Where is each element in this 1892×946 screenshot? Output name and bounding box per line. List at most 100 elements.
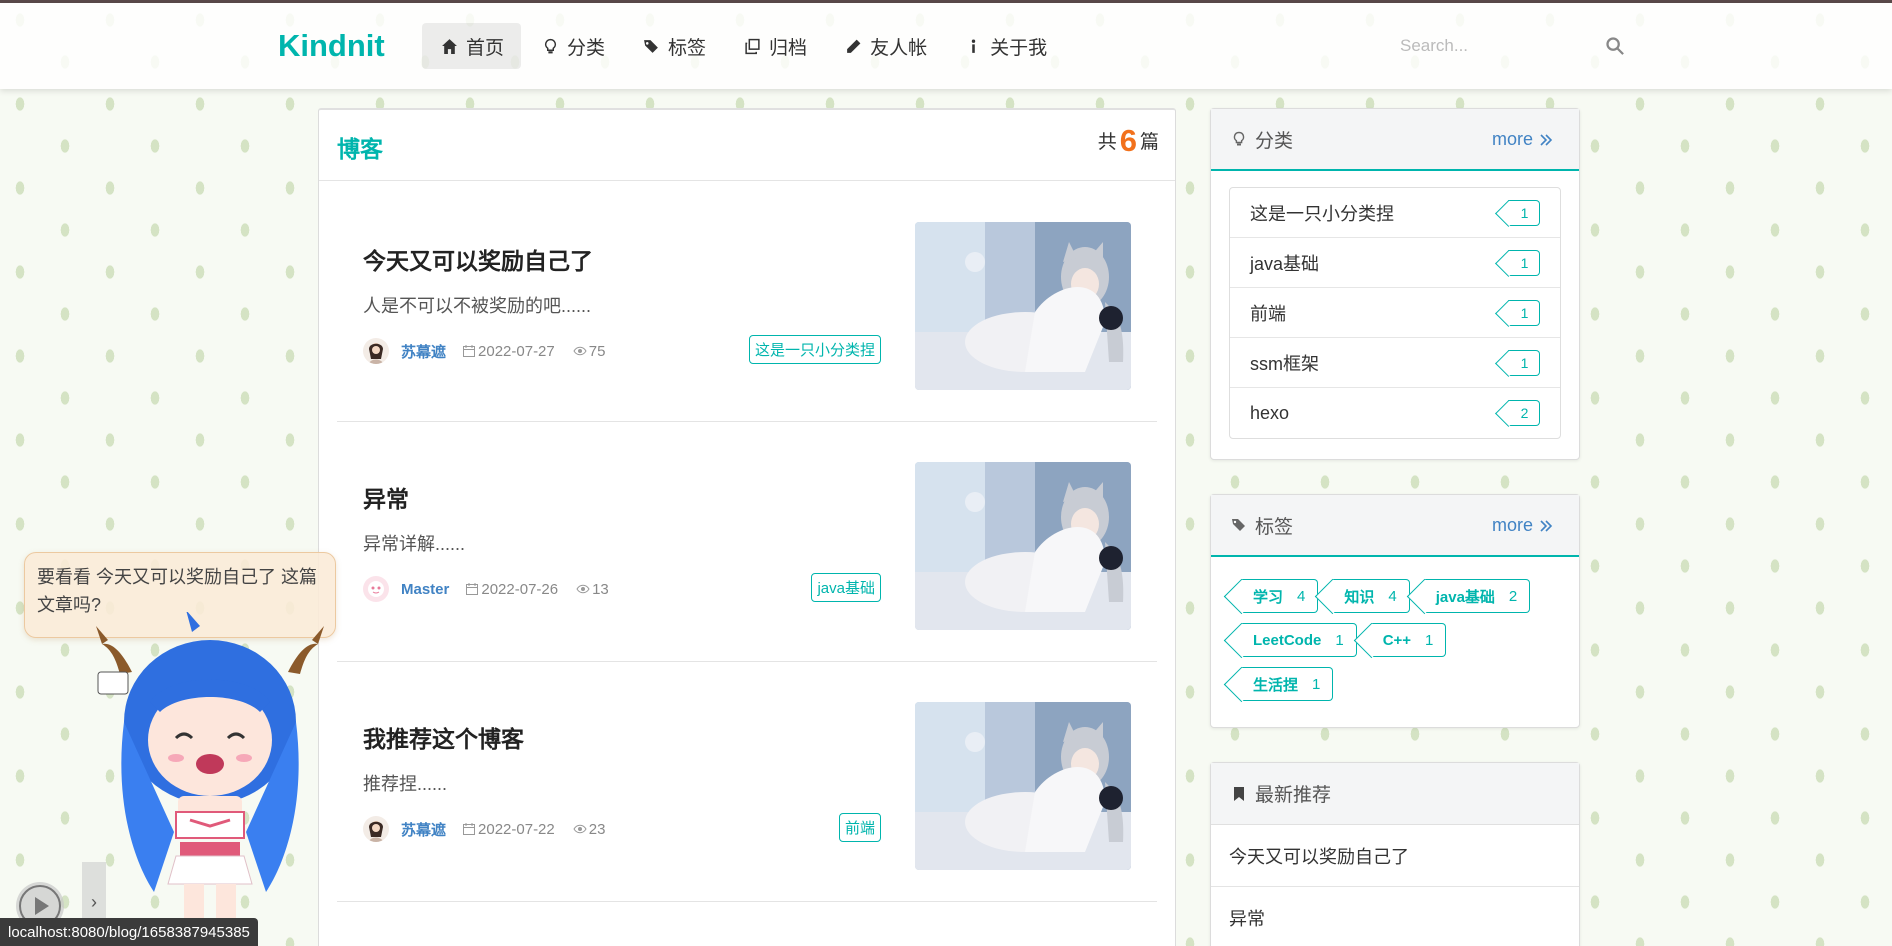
brand-logo[interactable]: Kindnit [278,28,385,64]
double-chevron-right-icon [1540,133,1553,146]
post-category-label[interactable]: 前端 [838,813,881,842]
category-count: 1 [1520,304,1529,321]
post-views: 13 [576,581,609,598]
tags-card: 标签 more 学习 4 知识 4 java基础 2 LeetCode 1 C++ 1 生… [1210,494,1580,728]
category-count-badge: 1 [1508,349,1540,376]
category-list: 这是一只小分类捏 1 java基础 1 前端 1 ssm框架 1 hexo 2 [1229,187,1561,439]
nav-item-about[interactable]: 关于我 [946,23,1064,69]
post-category-label[interactable]: java基础 [811,573,881,602]
post-author[interactable]: 苏幕遮 [401,341,446,362]
tag-item[interactable]: java基础 2 [1423,579,1531,613]
anime-girl-image [915,222,1131,390]
category-count-badge: 1 [1508,249,1540,276]
bookmark-icon [1234,786,1244,801]
post-author[interactable]: 苏幕遮 [401,819,446,840]
category-count: 1 [1520,354,1529,371]
avatar[interactable] [363,816,389,842]
post-date-text: 2022-07-27 [478,342,555,360]
tag-count: 4 [1388,587,1397,605]
category-name: java基础 [1250,253,1320,274]
anime-girl-image [915,702,1131,870]
tag-item[interactable]: 学习 4 [1241,579,1319,613]
nav-item-home[interactable]: 首页 [422,23,522,69]
search-input[interactable] [1400,26,1600,66]
nav-item-label: 首页 [466,37,505,59]
tag-item[interactable]: C++ 1 [1370,623,1447,657]
tag-name: 知识 [1344,588,1375,606]
post-views: 23 [573,821,605,838]
post-item: 异常 异常详解...... Master 2022-07-26 13 java基… [337,422,1157,662]
tag-count: 1 [1335,631,1344,649]
tag-item[interactable]: 生活捏 1 [1241,667,1334,701]
calendar-icon [463,823,476,835]
tag-name: C++ [1382,631,1412,649]
post-title[interactable]: 我推荐这个博客 [363,720,524,754]
tag-count: 1 [1425,631,1434,649]
lightbulb-icon [1233,131,1245,146]
recommend-item[interactable]: 异常 [1211,887,1579,946]
category-count: 1 [1520,204,1529,221]
tags-header: 标签 more [1211,495,1579,557]
category-name: ssm框架 [1250,353,1319,374]
post-item: 我推荐这个博客 推荐捏...... 苏幕遮 2022-07-22 23 前端 [337,662,1157,902]
tag-count: 2 [1508,587,1518,605]
nav-item-label: 分类 [567,37,606,59]
post-category-label[interactable]: 这是一只小分类捏 [748,335,881,364]
tags-more-link[interactable]: more [1492,515,1553,536]
post-views-count: 13 [592,580,609,598]
tag-name: 生活捏 [1253,676,1299,694]
post-meta: Master 2022-07-26 13 [363,576,627,602]
post-thumbnail[interactable] [915,462,1131,630]
post-description: 推荐捏...... [363,774,448,794]
category-name: hexo [1250,402,1290,423]
clone-icon [742,36,762,56]
post-title[interactable]: 异常 [363,480,409,514]
categories-title: 分类 [1255,130,1294,152]
home-icon [439,36,459,56]
tag-item[interactable]: 知识 4 [1332,579,1410,613]
avatar[interactable] [363,338,389,364]
categories-card: 分类 more 这是一只小分类捏 1 java基础 1 前端 1 ssm框架 1… [1210,108,1580,460]
category-item[interactable]: hexo 2 [1230,388,1560,438]
post-views: 75 [573,342,606,360]
categories-more-link[interactable]: more [1492,129,1553,150]
live2d-mascot[interactable] [80,612,340,946]
avatar[interactable] [363,576,389,602]
nav-item-tags[interactable]: 标签 [624,23,723,69]
nav-item-label: 友人帐 [870,37,928,59]
post-title[interactable]: 今天又可以奖励自己了 [363,242,593,276]
nav-item-categories[interactable]: 分类 [523,23,622,69]
category-item[interactable]: 这是一只小分类捏 1 [1230,188,1560,238]
post-count: 共 6 篇 [1098,124,1159,158]
search-icon[interactable] [1605,36,1625,56]
anime-girl-image [915,462,1131,630]
nav-item-label: 归档 [769,37,808,59]
post-thumbnail[interactable] [915,222,1131,390]
category-count-badge: 2 [1508,400,1540,426]
post-meta: 苏幕遮 2022-07-27 75 [363,338,623,364]
post-thumbnail[interactable] [915,702,1131,870]
recommend-item[interactable]: 今天又可以奖励自己了 [1211,825,1579,887]
tags-icon [1232,519,1245,531]
post-date-text: 2022-07-26 [481,580,559,598]
post-date-text: 2022-07-22 [478,820,555,838]
nav-item-friends[interactable]: 友人帐 [826,23,944,69]
category-item[interactable]: 前端 1 [1230,288,1560,338]
category-name: 前端 [1250,303,1286,324]
nav-item-archive[interactable]: 归档 [725,23,824,69]
category-item[interactable]: ssm框架 1 [1230,338,1560,388]
post-author[interactable]: Master [401,581,449,598]
nav-item-label: 关于我 [990,37,1048,59]
tag-name: LeetCode [1253,631,1322,649]
post-views-count: 75 [588,342,606,360]
tag-item[interactable]: LeetCode 1 [1241,623,1357,657]
post-description: 人是不可以不被奖励的吧...... [363,296,592,316]
category-count: 1 [1520,254,1529,271]
categories-header: 分类 more [1211,109,1579,171]
post-description: 异常详解...... [363,534,466,554]
tag-cloud: 学习 4 知识 4 java基础 2 LeetCode 1 C++ 1 生活捏 1 [1211,557,1579,721]
category-name: 这是一只小分类捏 [1250,203,1394,224]
category-item[interactable]: java基础 1 [1230,238,1560,288]
tag-count: 1 [1312,675,1321,693]
count-prefix: 共 [1097,132,1117,153]
